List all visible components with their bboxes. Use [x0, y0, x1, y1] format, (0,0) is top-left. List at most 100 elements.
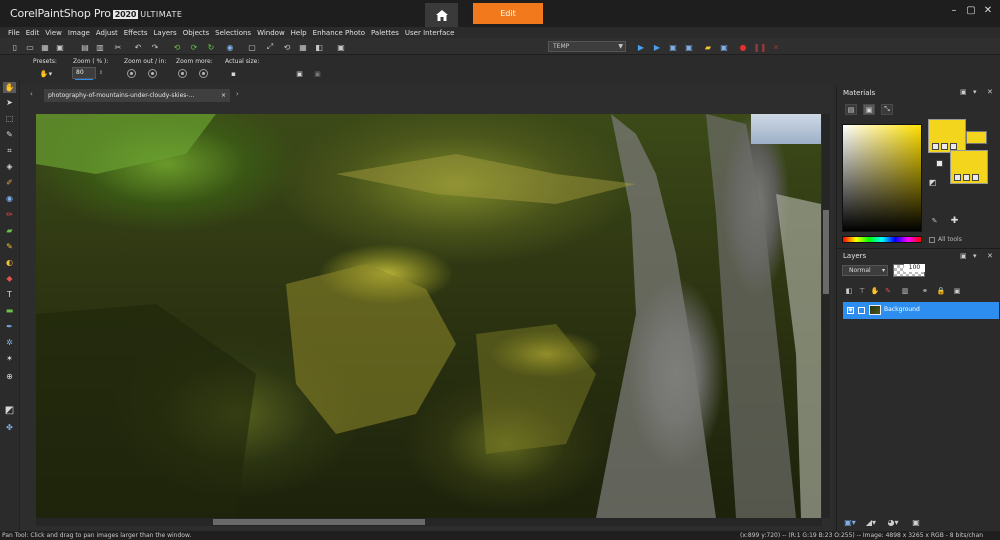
warp-brush-icon[interactable]: ✲ — [3, 337, 16, 348]
eyedropper-icon[interactable]: ✎ — [930, 216, 939, 225]
layer-brush-icon[interactable]: ✎ — [883, 286, 893, 296]
vertical-scroll-thumb[interactable] — [823, 210, 829, 294]
repeat-icon[interactable]: ⟲ — [172, 42, 182, 52]
menu-palettes[interactable]: Palettes — [371, 29, 399, 37]
materials-close-icon[interactable]: ✕ — [987, 88, 993, 96]
layer-style-icon[interactable]: ✋ — [870, 286, 880, 296]
fg-texture-icon[interactable] — [932, 143, 939, 150]
frame-tab-icon[interactable]: ▤ — [845, 104, 857, 115]
layers-options-icon[interactable]: ▣ — [960, 252, 967, 260]
layers-close-icon[interactable]: ✕ — [987, 252, 993, 260]
all-tools-checkbox[interactable]: All tools — [929, 236, 962, 243]
paint-brush-icon[interactable]: ✎ — [3, 241, 16, 252]
new-file-icon[interactable]: ▯ — [10, 42, 20, 52]
presets-icon[interactable]: ✋▾ — [37, 68, 55, 79]
layer-link-box-icon[interactable] — [858, 307, 865, 314]
menu-image[interactable]: Image — [68, 29, 90, 37]
tab-scroll-left-icon[interactable]: ‹ — [30, 90, 33, 98]
crop-tool-icon[interactable]: ▢ — [247, 42, 257, 52]
refresh-icon[interactable]: ↻ — [206, 42, 216, 52]
play-script-icon[interactable]: ▶ — [636, 42, 646, 52]
delete-layer-icon[interactable]: ▣ — [909, 517, 923, 528]
browse-icon[interactable]: ▦ — [40, 42, 50, 52]
zoom-spinner-icon[interactable]: ⇕ — [98, 67, 104, 79]
blend-mode-dropdown[interactable]: Normal ▾ — [842, 265, 888, 276]
history-icon[interactable]: ⟳ — [189, 42, 199, 52]
actual-size-icon[interactable]: ▪ — [229, 69, 238, 78]
horizontal-scrollbar[interactable] — [36, 518, 822, 526]
pause-icon[interactable]: ❚❚ — [753, 42, 766, 52]
layers-menu-icon[interactable]: ▾ — [973, 252, 977, 260]
menu-file[interactable]: File — [8, 29, 20, 37]
resize-icon[interactable]: ⤢ — [265, 42, 275, 52]
eyedropper-tool-icon[interactable]: ✎ — [3, 129, 16, 140]
home-tab[interactable] — [425, 3, 458, 27]
stop-icon[interactable]: ✕ — [771, 42, 781, 52]
smart-carver-icon[interactable]: ✶ — [3, 353, 16, 364]
toggle-palettes-icon[interactable]: ◧ — [314, 42, 324, 52]
grid-icon[interactable]: ▦ — [298, 42, 308, 52]
menu-effects[interactable]: Effects — [124, 29, 148, 37]
fg-gradient-icon[interactable] — [941, 143, 948, 150]
red-eye-tool-icon[interactable]: ◉ — [3, 193, 16, 204]
layer-row-background[interactable]: ◉ Background — [843, 302, 999, 319]
swap-materials-icon[interactable] — [936, 160, 943, 167]
redo-icon[interactable]: ↷ — [150, 42, 160, 52]
rainbow-tab-icon[interactable]: ⤡ — [881, 104, 893, 115]
new-mask-icon[interactable]: ◢▾ — [864, 517, 878, 528]
workspace-dropdown[interactable]: TEMP ▼ — [548, 41, 626, 52]
scratch-remover-icon[interactable]: ▰ — [3, 225, 16, 236]
materials-options-icon[interactable]: ▣ — [960, 88, 967, 96]
zoom-in-icon[interactable] — [148, 69, 157, 78]
menu-layers[interactable]: Layers — [154, 29, 177, 37]
cut-icon[interactable]: ✂ — [113, 42, 123, 52]
swatch-tab-icon[interactable]: ▣ — [863, 104, 875, 115]
menu-window[interactable]: Window — [257, 29, 285, 37]
layer-visibility-icon[interactable]: ◧ — [844, 286, 854, 296]
menu-user-interface[interactable]: User Interface — [405, 29, 455, 37]
edit-tab[interactable]: Edit — [473, 3, 543, 24]
straighten-tool-icon[interactable]: ◈ — [3, 161, 16, 172]
zoom-out-icon[interactable] — [127, 69, 136, 78]
pan-tool-icon[interactable]: ✋ — [3, 82, 16, 93]
flood-fill-icon[interactable]: ◆ — [3, 273, 16, 284]
new-layer-icon[interactable]: ▣▾ — [843, 517, 857, 528]
edit-script-icon[interactable]: ▣ — [668, 42, 678, 52]
save-script-icon[interactable]: ▣ — [719, 42, 729, 52]
fit-window-icon[interactable]: ▣ — [295, 69, 304, 78]
fg-pattern-icon[interactable] — [950, 143, 957, 150]
layer-chain-icon[interactable]: ⚭ — [920, 286, 930, 296]
clone-tool-icon[interactable]: ✏ — [3, 209, 16, 220]
pen-tool-icon[interactable]: ✒ — [3, 321, 16, 332]
run-script-icon[interactable]: ▶ — [652, 42, 662, 52]
close-icon[interactable]: ✕ — [979, 3, 997, 17]
adjustment-layer-icon[interactable]: ◕▾ — [886, 517, 900, 528]
layer-link-icon[interactable]: ⊤ — [857, 286, 867, 296]
menu-enhance-photo[interactable]: Enhance Photo — [313, 29, 365, 37]
foreground-swatch[interactable] — [928, 119, 966, 153]
swap-colors-icon[interactable]: ✤ — [3, 422, 16, 433]
scan-icon[interactable]: ▥ — [95, 42, 105, 52]
info-icon[interactable]: ◉ — [225, 42, 235, 52]
color-picker-square[interactable] — [842, 124, 922, 232]
menu-view[interactable]: View — [45, 29, 62, 37]
zoom-more-in-icon[interactable] — [199, 69, 208, 78]
undo-icon[interactable]: ↶ — [133, 42, 143, 52]
close-document-icon[interactable]: × — [221, 89, 226, 102]
crop-tool-side-icon[interactable]: ⌗ — [3, 145, 16, 156]
document-tab[interactable]: photography-of-mountains-under-cloudy-sk… — [44, 89, 230, 102]
menu-help[interactable]: Help — [291, 29, 307, 37]
horizontal-scroll-thumb[interactable] — [213, 519, 425, 525]
layer-eye-icon[interactable]: ◉ — [847, 307, 854, 314]
minimize-icon[interactable]: – — [945, 3, 963, 17]
text-tool-icon[interactable]: T — [3, 289, 16, 300]
layer-lock-icon[interactable]: 🔒 — [936, 286, 946, 296]
bg-gradient-icon[interactable] — [963, 174, 970, 181]
vertical-scrollbar[interactable] — [822, 114, 830, 518]
script-output-icon[interactable]: ▣ — [684, 42, 694, 52]
default-colors-icon[interactable]: ◩ — [928, 178, 937, 187]
add-swatch-icon[interactable]: ✚ — [950, 216, 959, 226]
fit-screen-icon[interactable]: ▣ — [313, 69, 322, 78]
zoom-percent-input[interactable]: 80 — [72, 67, 96, 80]
background-swatch[interactable] — [950, 150, 988, 184]
